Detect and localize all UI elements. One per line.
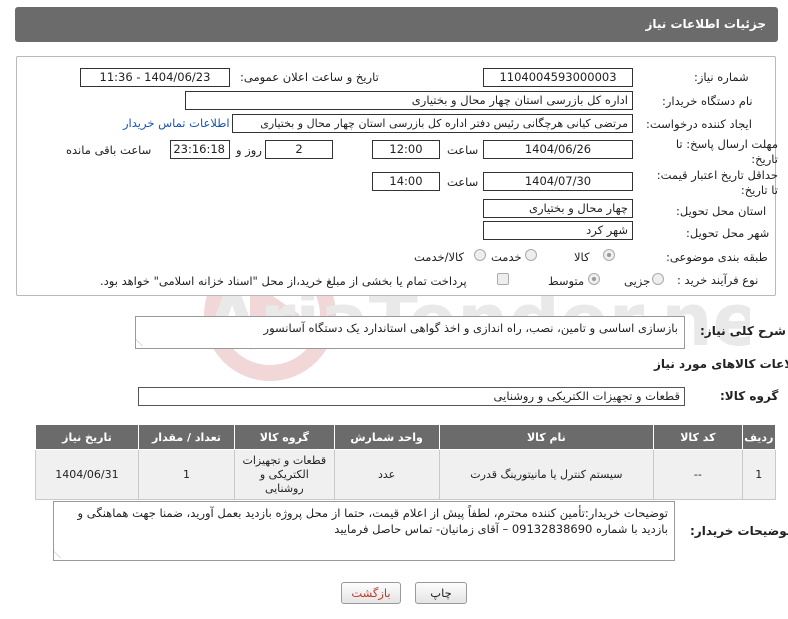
province-label: استان محل تحویل: [676,204,767,218]
price-validity-time-label: ساعت [447,175,479,189]
cell-code: -- [653,449,743,500]
cell-date: 1404/06/31 [35,449,139,500]
description-textarea: بازسازی اساسی و تامین، نصب، راه اندازی و… [135,316,685,349]
deadline-time-label: ساعت [447,143,479,157]
description-text: بازسازی اساسی و تامین، نصب، راه اندازی و… [263,321,678,335]
goods-group-label: گروه کالا: [720,389,779,403]
category-label: طبقه بندی موضوعی: [666,250,768,264]
process-label: نوع فرآیند خرید : [677,273,759,287]
creator-field: مرتضی کیانی هرچگانی رئیس دفتر اداره کل ب… [232,114,633,133]
goods-table-header: ردیف کد کالا نام کالا واحد شمارش گروه کا… [35,424,777,450]
resize-grip-icon [54,550,68,558]
page-header: جزئیات اطلاعات نیاز [15,7,778,42]
city-label: شهر محل تحویل: [686,226,770,240]
cell-group: قطعات و تجهیزات الکتریکی و روشنایی [234,449,335,500]
process-option-minor: جزیی [624,274,651,288]
col-unit: واحد شمارش [333,424,440,450]
page-title: جزئیات اطلاعات نیاز [645,17,766,31]
resize-grip-icon [136,338,150,346]
buyer-notes-textarea: توضیحات خریدار:تأمین کننده محترم، لطفاً … [53,501,675,561]
col-name: نام کالا [438,424,655,450]
price-validity-label: حداقل تاریخ اعتبار قیمت: تا تاریخ: [656,168,778,197]
time-remaining-field: 23:16:18 [170,140,230,159]
process-radio-medium[interactable] [588,273,600,285]
category-radio-goods-service[interactable] [474,249,486,261]
category-radio-service[interactable] [525,249,537,261]
process-option-medium: متوسط [548,274,585,288]
buyer-contact-link[interactable]: اطلاعات تماس خریدار [123,116,230,130]
col-index: ردیف [741,424,777,450]
days-remaining-field: 2 [265,140,333,159]
back-button[interactable]: بازگشت [341,582,401,604]
deadline-label: مهلت ارسال پاسخ: تا تاریخ: [675,137,778,166]
goods-table: ردیف کد کالا نام کالا واحد شمارش گروه کا… [35,424,777,500]
category-option-service: خدمت [491,250,522,264]
deadline-time-field: 12:00 [372,140,440,159]
col-date: تاریخ نیاز [35,424,139,450]
treasury-payment-note: پرداخت تمام یا بخشی از مبلغ خرید،از محل … [100,274,467,288]
cell-qty: 1 [137,449,236,500]
category-option-goods: کالا [574,250,590,264]
goods-section-title: اطلاعات کالاهای مورد نیاز [654,357,788,371]
col-group: گروه کالا [234,424,335,450]
print-button[interactable]: چاپ [415,582,467,604]
category-radio-goods[interactable] [603,249,615,261]
col-code: کد کالا [653,424,743,450]
need-number-label: شماره نیاز: [694,70,749,84]
buyer-org-field: اداره کل بازرسی استان چهار محال و بختیار… [185,91,633,110]
buyer-notes-text: توضیحات خریدار:تأمین کننده محترم، لطفاً … [77,506,668,536]
col-qty: تعداد / مقدار [137,424,236,450]
cell-unit: عدد [333,449,440,500]
goods-group-field: قطعات و تجهیزات الکتریکی و روشنایی [138,387,685,406]
description-label: شرح کلی نیاز: [700,324,786,338]
province-field: چهار محال و بختیاری [483,199,633,218]
buyer-org-label: نام دستگاه خریدار: [662,94,753,108]
time-remaining-label: ساعت باقی مانده [66,143,152,157]
process-radio-minor[interactable] [652,273,664,285]
table-row: 1 -- سیستم کنترل یا مانیتورینگ قدرت عدد … [35,449,777,500]
days-label: روز و [236,143,262,157]
deadline-date-field: 1404/06/26 [483,140,633,159]
cell-name: سیستم کنترل یا مانیتورینگ قدرت [438,449,655,500]
creator-label: ایجاد کننده درخواست: [646,117,752,131]
city-field: شهر کرد [483,221,633,240]
announce-date-field: 1404/06/23 - 11:36 [80,68,230,87]
category-option-goods-service: کالا/خدمت [414,250,465,264]
treasury-payment-checkbox[interactable] [497,273,509,285]
need-number-field: 1104004593000003 [483,68,633,87]
cell-index: 1 [741,449,777,500]
buyer-notes-label: توضیحات خریدار: [690,524,788,538]
announce-date-label: تاریخ و ساعت اعلان عمومی: [240,70,379,84]
price-validity-time-field: 14:00 [372,172,440,191]
price-validity-date-field: 1404/07/30 [483,172,633,191]
